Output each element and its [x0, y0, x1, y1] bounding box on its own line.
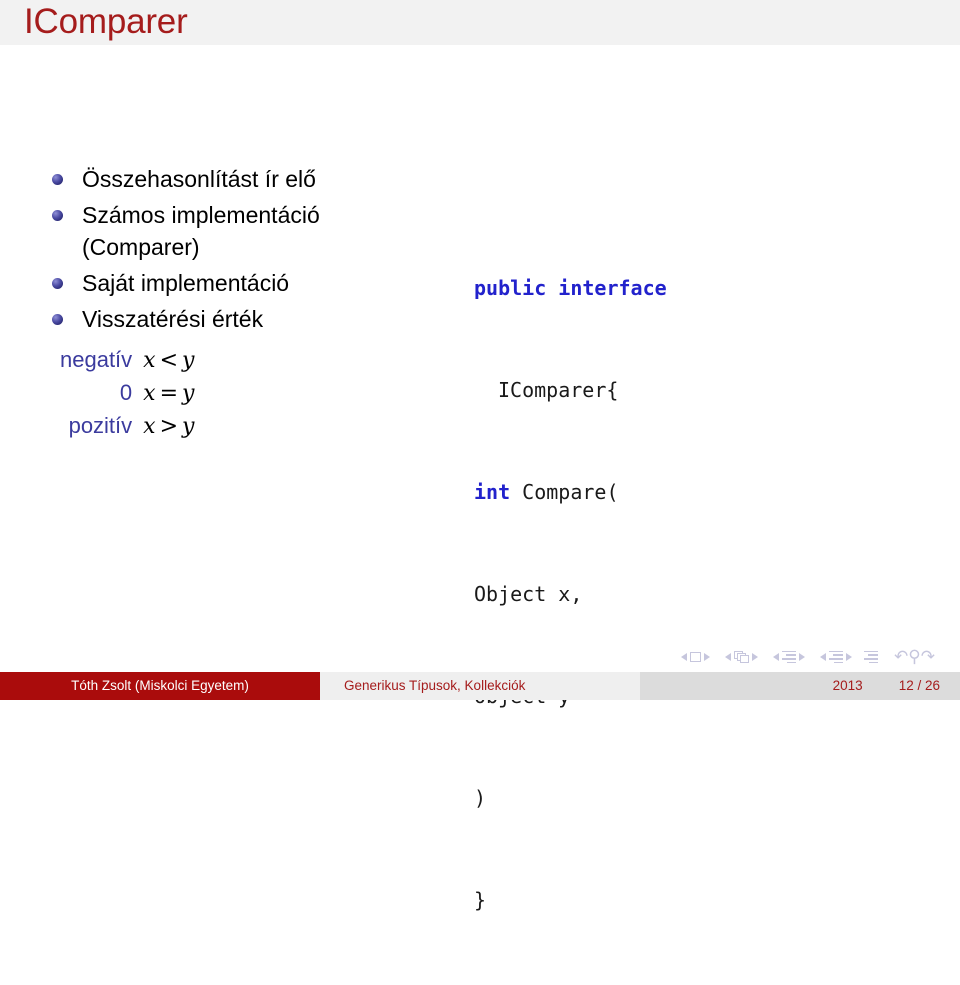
return-value-description-list: negatív x < y 0 x = y pozitív x > y — [60, 345, 195, 444]
expr-lhs: x — [143, 348, 157, 373]
code-line: public interface — [474, 271, 667, 305]
code-listing: public interface IComparer{ int Compare(… — [474, 203, 667, 985]
code-line: Object x, — [474, 577, 667, 611]
footer-title: Generikus Típusok, Kollekciók — [320, 672, 640, 700]
section-icon[interactable] — [829, 650, 844, 664]
bullet-ball-icon — [52, 210, 63, 221]
return-value-term: pozitív — [68, 413, 133, 438]
code-line: } — [474, 883, 667, 917]
search-icon[interactable]: ⚲ — [908, 648, 920, 666]
return-value-expression: x = y — [143, 378, 195, 411]
frame-navigation-group[interactable] — [722, 650, 761, 664]
subsection-back-icon[interactable] — [773, 653, 780, 661]
slide-footer: Tóth Zsolt (Miskolci Egyetem) Generikus … — [0, 672, 960, 700]
bullet-ball-icon — [52, 278, 63, 289]
history-navigation-group[interactable]: ↶ ⚲ ↷ — [894, 648, 935, 666]
subsection-navigation-group[interactable] — [770, 650, 808, 664]
go-back-icon[interactable]: ↶ — [894, 648, 908, 666]
expr-rhs: y — [182, 381, 196, 406]
code-keyword: int — [474, 480, 511, 504]
bullet-ball-icon — [52, 314, 63, 325]
return-value-term: 0 — [119, 380, 133, 405]
go-forward-icon[interactable]: ↷ — [921, 648, 935, 666]
frame-back-icon[interactable] — [725, 653, 732, 661]
code-text: ) — [474, 786, 487, 810]
code-text: Object x, — [474, 582, 583, 606]
section-forward-icon[interactable] — [846, 653, 853, 661]
bullet-ball-icon — [52, 174, 63, 185]
document-icon[interactable] — [864, 650, 879, 664]
expr-lhs: x — [143, 381, 157, 406]
list-item: Saját implementáció — [44, 267, 394, 299]
code-keyword: public interface — [474, 276, 667, 300]
slide-forward-icon[interactable] — [704, 653, 711, 661]
page-title: IComparer — [24, 2, 188, 41]
expr-operator: < — [159, 348, 180, 373]
footer-meta: 2013 12 / 26 — [640, 672, 960, 700]
expr-lhs: x — [143, 414, 157, 439]
document-navigation-group[interactable] — [864, 650, 879, 664]
code-text: Compare( — [510, 480, 619, 504]
slide-navigation-group[interactable] — [678, 652, 713, 662]
subsection-forward-icon[interactable] — [799, 653, 806, 661]
table-row: negatív x < y — [60, 345, 195, 378]
table-row: pozitív x > y — [60, 411, 195, 444]
expr-rhs: y — [182, 348, 196, 373]
list-item-label: Visszatérési érték — [82, 306, 264, 332]
slide-icon[interactable] — [690, 652, 702, 662]
list-item: Visszatérési érték — [44, 303, 394, 335]
frame-icon[interactable] — [734, 650, 750, 664]
list-item-label: Összehasonlítást ír elő — [82, 166, 316, 192]
list-item-label: Számos implementáció (Comparer) — [82, 202, 320, 260]
code-line: ) — [474, 781, 667, 815]
table-row: 0 x = y — [60, 378, 195, 411]
footer-year: 2013 — [832, 678, 863, 693]
left-column: Összehasonlítást ír elő Számos implement… — [44, 163, 394, 444]
expr-operator: = — [159, 381, 180, 406]
section-back-icon[interactable] — [820, 653, 827, 661]
footer-page-number: 12 / 26 — [898, 678, 940, 693]
list-item: Számos implementáció (Comparer) — [44, 199, 394, 263]
feature-bullet-list: Összehasonlítást ír elő Számos implement… — [44, 163, 394, 335]
slide-body: Összehasonlítást ír elő Számos implement… — [0, 45, 960, 912]
code-text: IComparer{ — [498, 378, 619, 402]
expr-rhs: y — [182, 414, 196, 439]
frame-forward-icon[interactable] — [752, 653, 759, 661]
code-text: } — [474, 888, 487, 912]
subsection-icon[interactable] — [782, 650, 797, 664]
code-line: int Compare( — [474, 475, 667, 509]
return-value-expression: x < y — [143, 345, 195, 378]
beamer-navigation-bar[interactable]: ↶ ⚲ ↷ — [678, 646, 944, 668]
footer-author: Tóth Zsolt (Miskolci Egyetem) — [0, 672, 320, 700]
list-item: Összehasonlítást ír elő — [44, 163, 394, 195]
return-value-term: negatív — [60, 347, 133, 372]
section-navigation-group[interactable] — [817, 650, 855, 664]
slide-back-icon[interactable] — [681, 653, 688, 661]
return-value-expression: x > y — [143, 411, 195, 444]
code-line: IComparer{ — [474, 373, 667, 407]
list-item-label: Saját implementáció — [82, 270, 290, 296]
expr-operator: > — [159, 414, 180, 439]
